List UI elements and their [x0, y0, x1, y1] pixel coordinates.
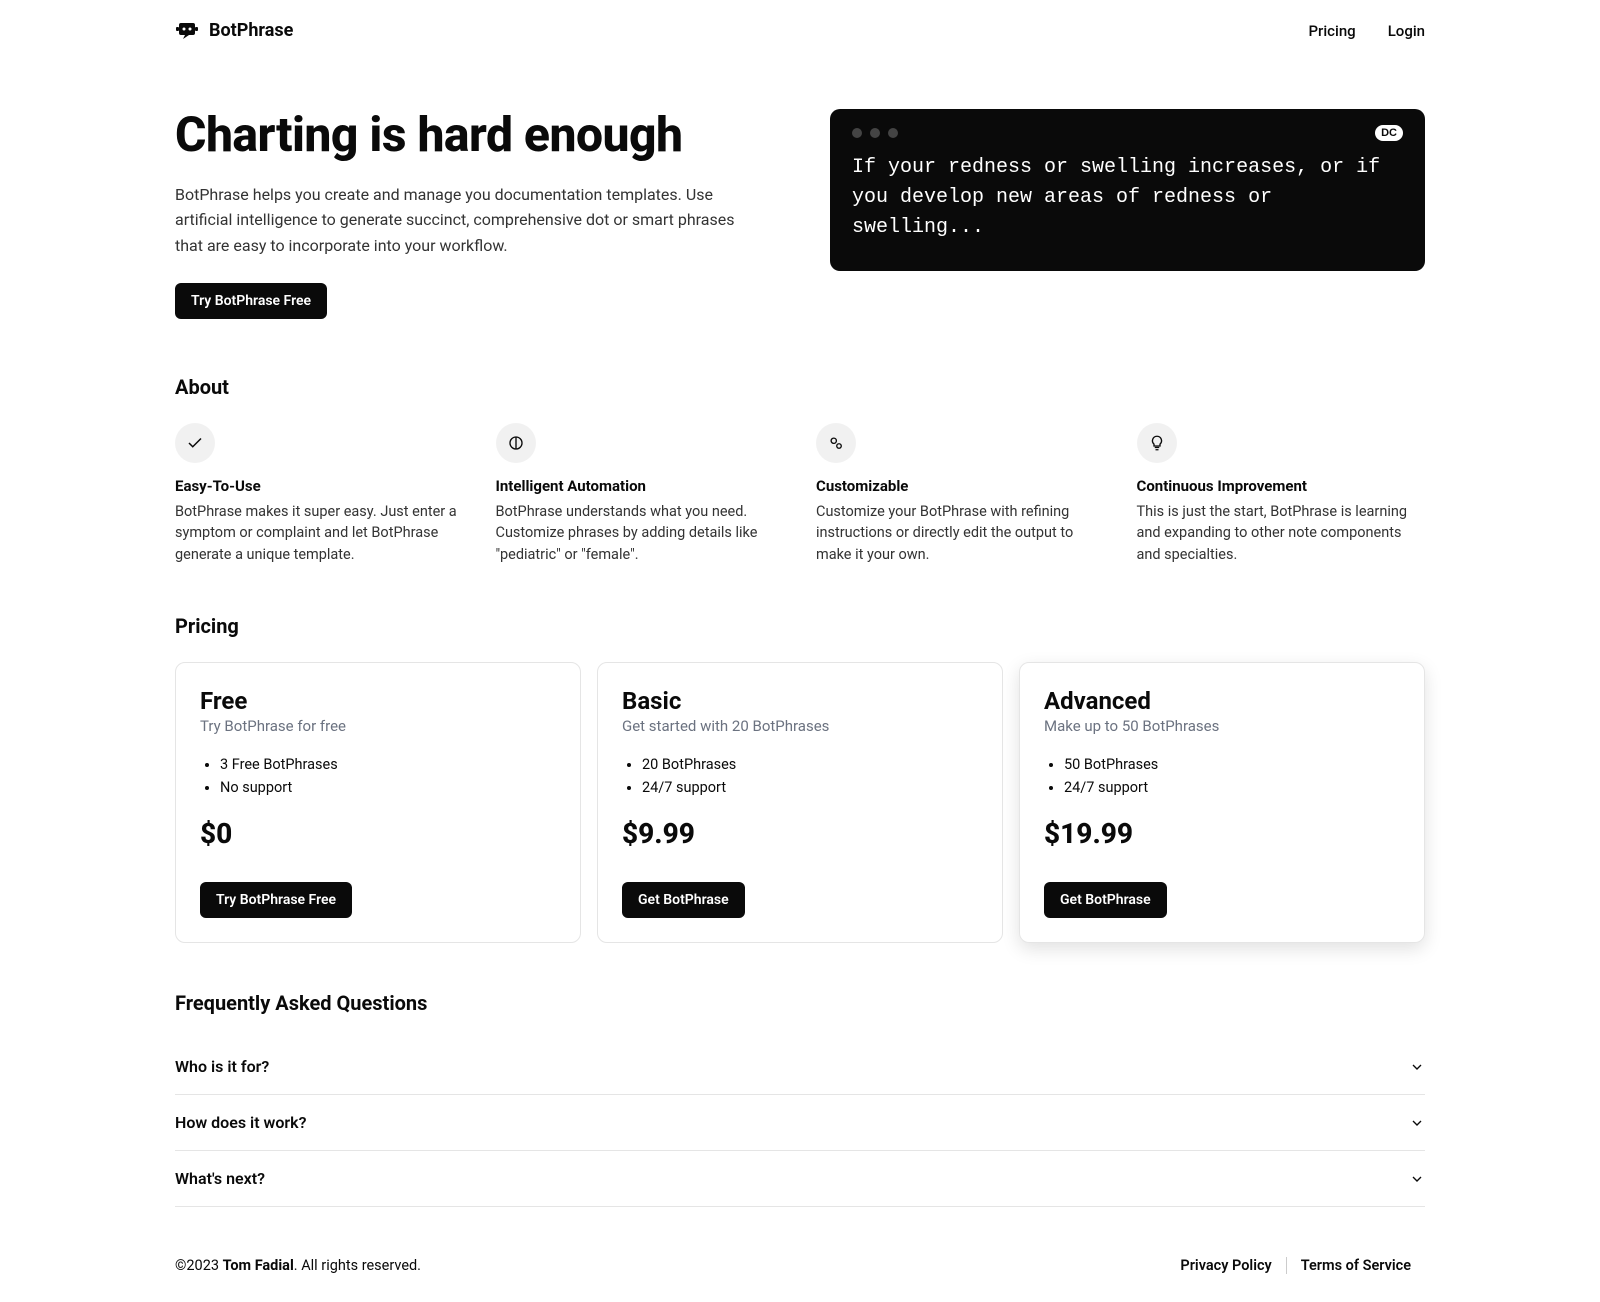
plan-cta-button[interactable]: Try BotPhrase Free: [200, 882, 352, 918]
plan-feature: 24/7 support: [1064, 776, 1400, 799]
hero-title: Charting is hard enough: [175, 109, 770, 162]
plan-features: 50 BotPhrases 24/7 support: [1044, 753, 1400, 799]
logo[interactable]: BotPhrase: [175, 20, 293, 41]
feature-title: Easy-To-Use: [175, 477, 464, 495]
plan-subtitle: Make up to 50 BotPhrases: [1044, 717, 1400, 735]
lightbulb-icon: [1137, 423, 1177, 463]
feature-desc: BotPhrase understands what you need. Cus…: [496, 501, 785, 566]
plan-feature: 3 Free BotPhrases: [220, 753, 556, 776]
about-heading: About: [175, 375, 1425, 399]
check-icon: [175, 423, 215, 463]
plan-name: Basic: [622, 687, 978, 715]
plan-features: 3 Free BotPhrases No support: [200, 753, 556, 799]
chevron-down-icon: [1409, 1115, 1425, 1131]
plan-price: $19.99: [1044, 817, 1400, 850]
chevron-down-icon: [1409, 1059, 1425, 1075]
nav-login[interactable]: Login: [1388, 22, 1425, 40]
plan-advanced: Advanced Make up to 50 BotPhrases 50 Bot…: [1019, 662, 1425, 943]
faq-heading: Frequently Asked Questions: [175, 991, 1425, 1015]
feature-title: Intelligent Automation: [496, 477, 785, 495]
faq-item[interactable]: What's next?: [175, 1151, 1425, 1207]
feature-desc: This is just the start, BotPhrase is lea…: [1137, 501, 1426, 566]
hero: Charting is hard enough BotPhrase helps …: [175, 61, 1425, 375]
hero-cta-button[interactable]: Try BotPhrase Free: [175, 283, 327, 319]
feature-title: Continuous Improvement: [1137, 477, 1426, 495]
plan-price: $9.99: [622, 817, 978, 850]
terms-link[interactable]: Terms of Service: [1287, 1257, 1425, 1274]
plan-cta-button[interactable]: Get BotPhrase: [1044, 882, 1167, 918]
plan-name: Free: [200, 687, 556, 715]
feature-desc: BotPhrase makes it super easy. Just ente…: [175, 501, 464, 566]
feature-intelligent: Intelligent Automation BotPhrase underst…: [496, 423, 785, 566]
brand-name: BotPhrase: [209, 20, 293, 41]
faq-question: How does it work?: [175, 1113, 307, 1132]
feature-easy: Easy-To-Use BotPhrase makes it super eas…: [175, 423, 464, 566]
faq-item[interactable]: Who is it for?: [175, 1039, 1425, 1095]
plan-free: Free Try BotPhrase for free 3 Free BotPh…: [175, 662, 581, 943]
footer: ©2023 Tom Fadial. All rights reserved. P…: [175, 1239, 1425, 1302]
plan-subtitle: Get started with 20 BotPhrases: [622, 717, 978, 735]
faq-item[interactable]: How does it work?: [175, 1095, 1425, 1151]
plan-name: Advanced: [1044, 687, 1400, 715]
dot-icon: [870, 128, 880, 138]
feature-improvement: Continuous Improvement This is just the …: [1137, 423, 1426, 566]
hero-subtitle: BotPhrase helps you create and manage yo…: [175, 182, 735, 259]
pricing-section: Pricing Free Try BotPhrase for free 3 Fr…: [175, 614, 1425, 991]
faq-question: What's next?: [175, 1169, 265, 1188]
terminal-dots: [852, 128, 898, 138]
gears-icon: [816, 423, 856, 463]
plan-feature: No support: [220, 776, 556, 799]
terminal-preview: DC If your redness or swelling increases…: [830, 109, 1425, 271]
half-circle-icon: [496, 423, 536, 463]
dot-icon: [888, 128, 898, 138]
plan-features: 20 BotPhrases 24/7 support: [622, 753, 978, 799]
copyright: ©2023 Tom Fadial. All rights reserved.: [175, 1257, 421, 1274]
plan-price: $0: [200, 817, 556, 850]
pricing-heading: Pricing: [175, 614, 1425, 638]
plan-cta-button[interactable]: Get BotPhrase: [622, 882, 745, 918]
plan-basic: Basic Get started with 20 BotPhrases 20 …: [597, 662, 1003, 943]
nav-links: Pricing Login: [1308, 22, 1425, 40]
faq-section: Frequently Asked Questions Who is it for…: [175, 991, 1425, 1239]
dot-icon: [852, 128, 862, 138]
nav-pricing[interactable]: Pricing: [1308, 22, 1355, 40]
plan-subtitle: Try BotPhrase for free: [200, 717, 556, 735]
plan-feature: 20 BotPhrases: [642, 753, 978, 776]
privacy-link[interactable]: Privacy Policy: [1166, 1257, 1286, 1274]
terminal-text: If your redness or swelling increases, o…: [852, 153, 1403, 243]
feature-customizable: Customizable Customize your BotPhrase wi…: [816, 423, 1105, 566]
plan-feature: 50 BotPhrases: [1064, 753, 1400, 776]
faq-question: Who is it for?: [175, 1057, 269, 1076]
header: BotPhrase Pricing Login: [175, 0, 1425, 61]
feature-title: Customizable: [816, 477, 1105, 495]
feature-desc: Customize your BotPhrase with refining i…: [816, 501, 1105, 566]
chevron-down-icon: [1409, 1171, 1425, 1187]
plan-feature: 24/7 support: [642, 776, 978, 799]
about-section: About Easy-To-Use BotPhrase makes it sup…: [175, 375, 1425, 614]
chat-bot-icon: [175, 21, 199, 41]
terminal-badge: DC: [1375, 125, 1403, 141]
